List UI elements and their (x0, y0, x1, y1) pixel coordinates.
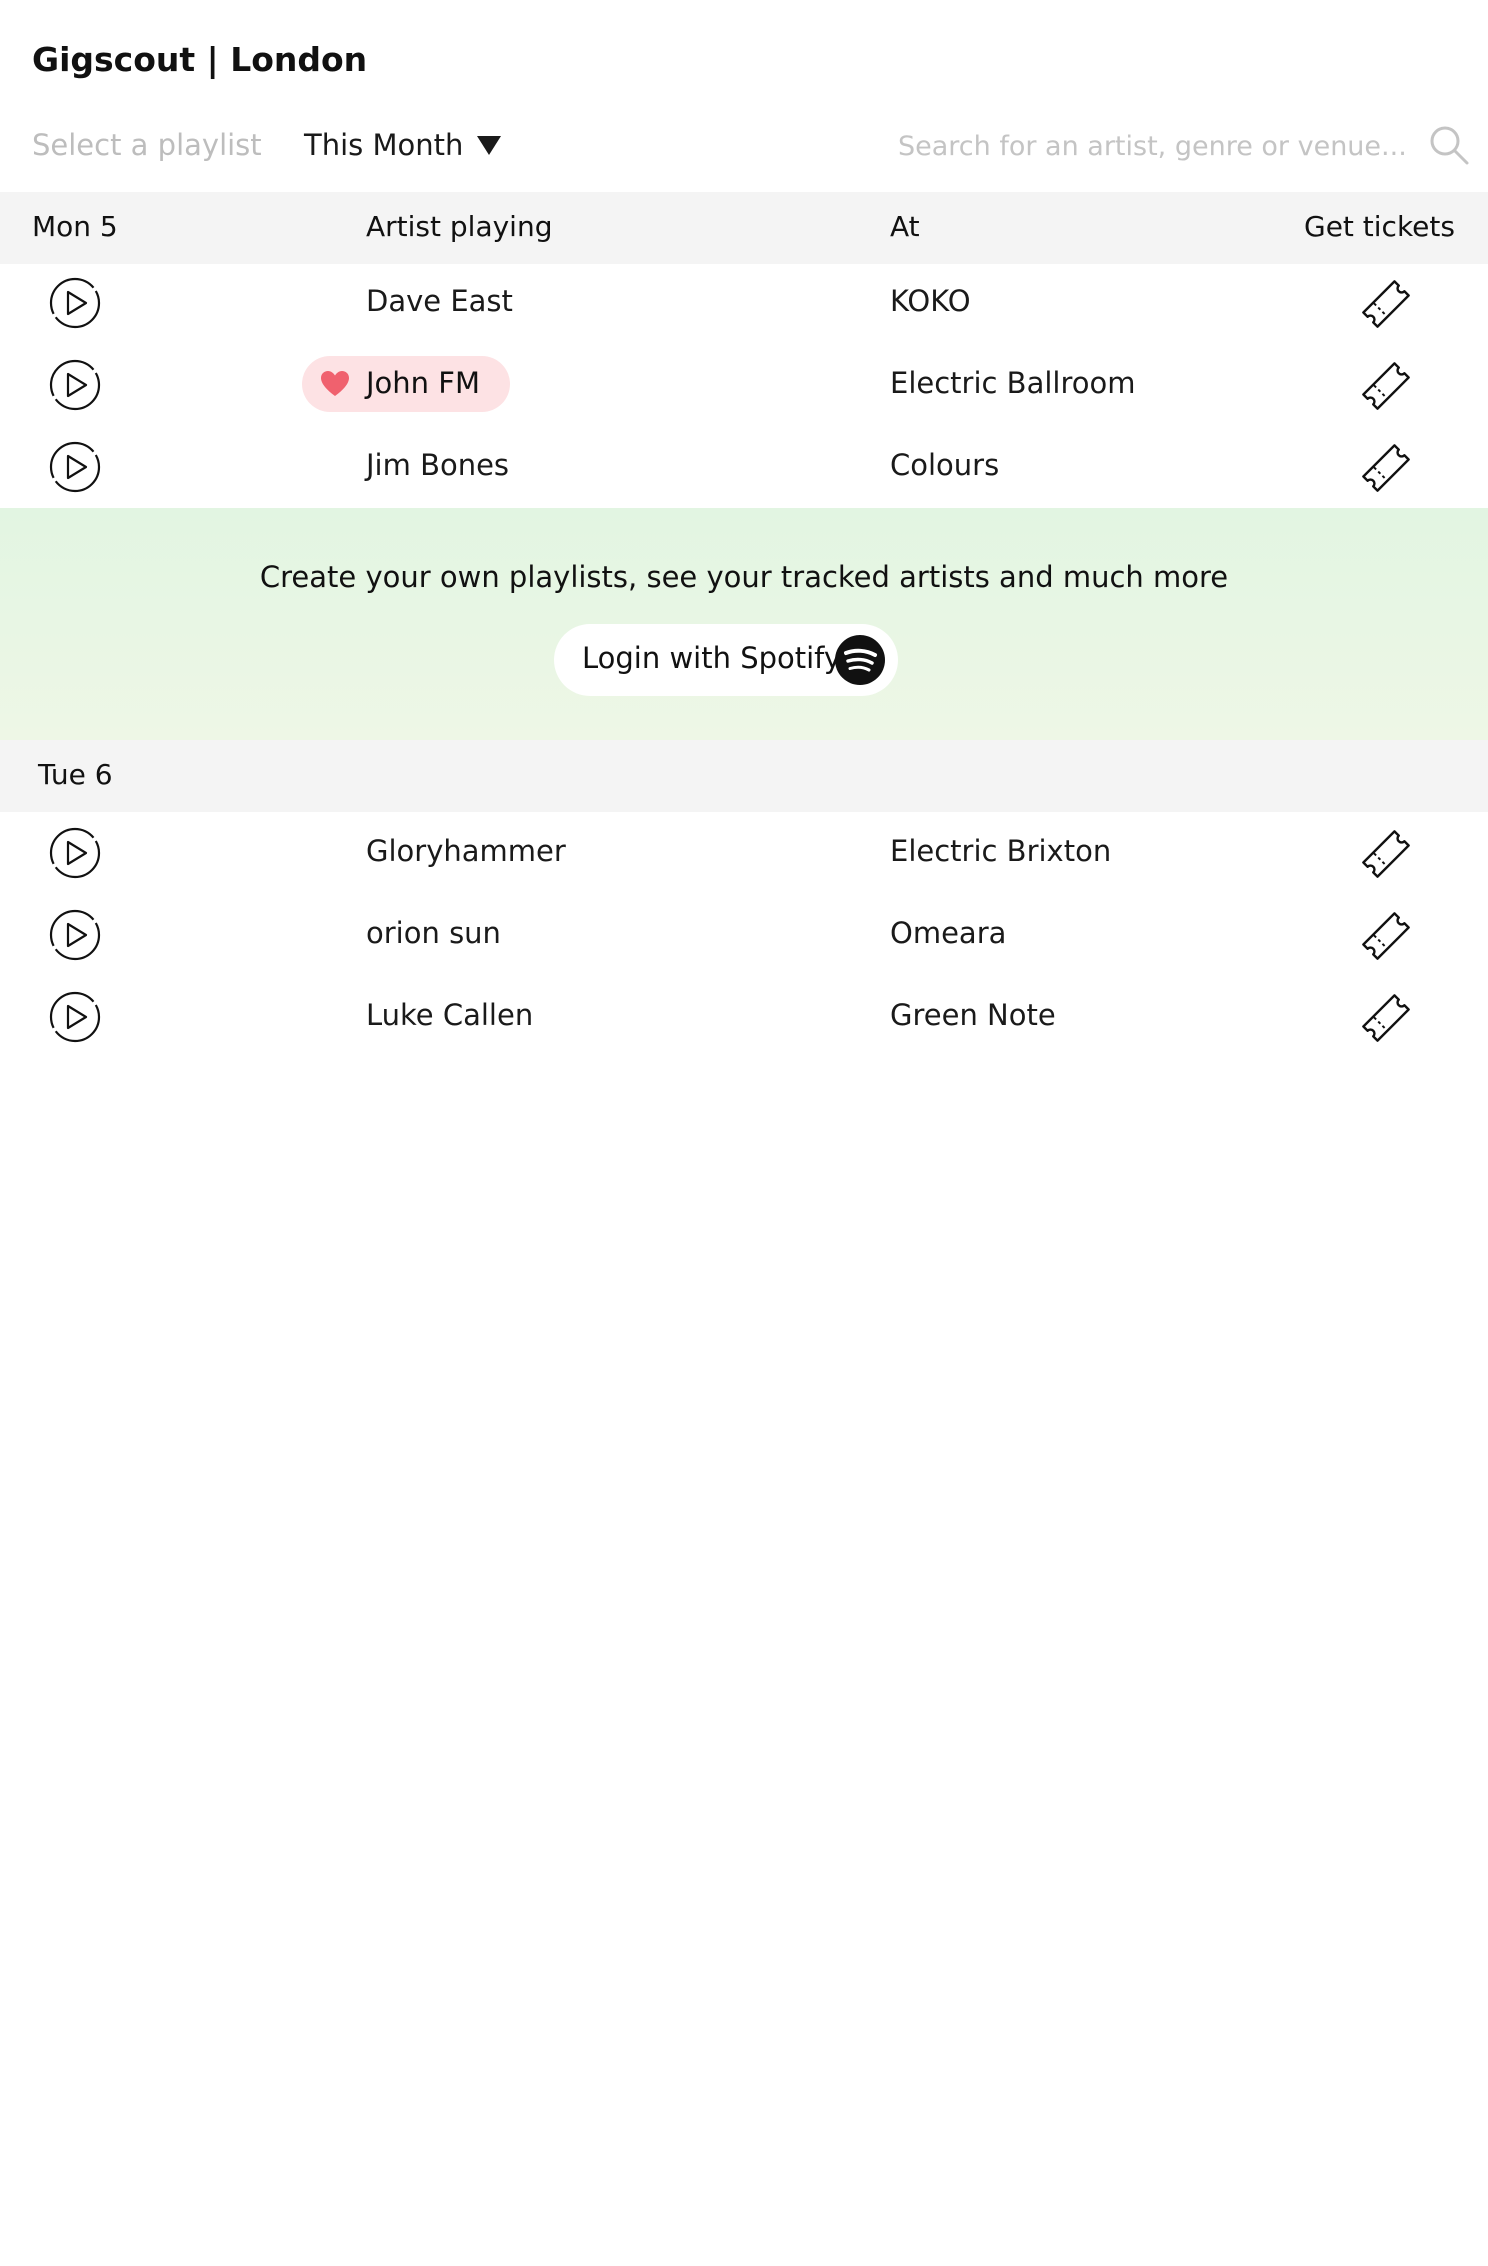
artist-name[interactable]: Luke Callen (366, 998, 533, 1032)
period-dropdown[interactable]: This Month (304, 128, 502, 162)
login-button-label: Login with Spotify (582, 641, 842, 675)
ticket-icon[interactable] (1356, 906, 1416, 966)
artist-name[interactable]: Gloryhammer (366, 834, 566, 868)
artist-name[interactable]: Jim Bones (366, 448, 509, 482)
favorite-artist-pill[interactable]: John FM (302, 356, 510, 412)
venue-name: Electric Brixton (890, 834, 1112, 868)
gig-row: Luke Callen Green Note (0, 976, 1488, 1058)
venue-name: KOKO (890, 284, 971, 318)
ticket-icon[interactable] (1356, 824, 1416, 884)
column-header-tickets: Get tickets (1304, 210, 1455, 243)
play-icon[interactable] (48, 358, 102, 412)
ticket-icon[interactable] (1356, 438, 1416, 498)
venue-name: Colours (890, 448, 1000, 482)
day-header-tue: Tue 6 (0, 740, 1488, 812)
gig-row: Jim Bones Colours (0, 426, 1488, 508)
column-header-venue: At (890, 210, 920, 243)
day-header-mon: Mon 5 Artist playing At Get tickets (0, 192, 1488, 264)
spotify-icon (835, 635, 885, 685)
play-icon[interactable] (48, 276, 102, 330)
artist-name: John FM (366, 366, 480, 400)
venue-name: Electric Ballroom (890, 366, 1136, 400)
search-input[interactable] (898, 126, 1418, 166)
gig-row: Gloryhammer Electric Brixton (0, 812, 1488, 894)
gigscout-app: Gigscout | London Select a playlist This… (0, 0, 1488, 2266)
play-icon[interactable] (48, 440, 102, 494)
day-label: Mon 5 (32, 210, 118, 243)
login-with-spotify-button[interactable]: Login with Spotify (554, 624, 898, 696)
venue-name: Omeara (890, 916, 1007, 950)
gig-row: John FM Electric Ballroom (0, 344, 1488, 426)
ticket-icon[interactable] (1356, 274, 1416, 334)
ticket-icon[interactable] (1356, 356, 1416, 416)
search-icon[interactable] (1428, 124, 1470, 166)
toolbar: Select a playlist This Month (0, 120, 1488, 176)
venue-name: Green Note (890, 998, 1056, 1032)
playlist-select[interactable]: Select a playlist (32, 128, 262, 162)
column-header-artist: Artist playing (366, 210, 553, 243)
artist-name[interactable]: orion sun (366, 916, 501, 950)
gig-row: Dave East KOKO (0, 262, 1488, 344)
play-icon[interactable] (48, 826, 102, 880)
app-title: Gigscout | London (32, 40, 368, 79)
caret-down-icon (477, 135, 502, 155)
login-promo-banner: Create your own playlists, see your trac… (0, 508, 1488, 740)
ticket-icon[interactable] (1356, 988, 1416, 1048)
promo-text: Create your own playlists, see your trac… (259, 560, 1229, 594)
play-icon[interactable] (48, 990, 102, 1044)
heart-icon (321, 371, 349, 396)
artist-name[interactable]: Dave East (366, 284, 513, 318)
period-label: This Month (304, 128, 464, 162)
day-label: Tue 6 (38, 758, 113, 791)
play-icon[interactable] (48, 908, 102, 962)
gig-row: orion sun Omeara (0, 894, 1488, 976)
